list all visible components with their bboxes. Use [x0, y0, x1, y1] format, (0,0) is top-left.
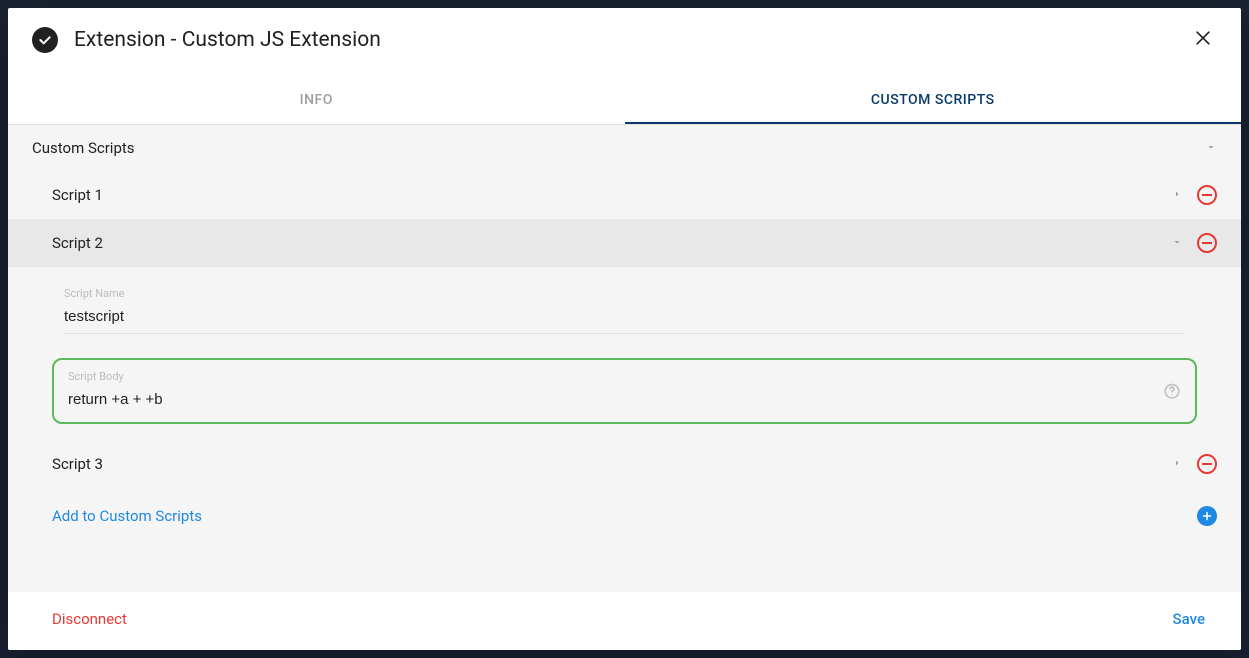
add-script-link[interactable]: Add to Custom Scripts [52, 507, 202, 525]
section-title: Custom Scripts [32, 139, 135, 157]
chevron-right-icon[interactable] [1171, 455, 1183, 473]
tab-custom-scripts[interactable]: CUSTOM SCRIPTS [625, 78, 1242, 124]
add-row: Add to Custom Scripts [8, 488, 1241, 544]
chevron-down-icon [1205, 139, 1217, 157]
script-row-1[interactable]: Script 1 [8, 171, 1241, 219]
close-icon [1193, 28, 1213, 48]
remove-script-button[interactable] [1197, 233, 1217, 253]
save-button[interactable]: Save [1173, 610, 1205, 628]
script-name-label: Script Name [64, 287, 1185, 300]
script-label: Script 1 [52, 186, 1157, 204]
script-row-3[interactable]: Script 3 [8, 440, 1241, 488]
close-button[interactable] [1189, 24, 1217, 56]
modal-footer: Disconnect Save [8, 592, 1241, 650]
script-detail-2: Script Name Script Body [8, 267, 1241, 440]
script-name-input[interactable] [64, 304, 1185, 334]
extension-modal: Extension - Custom JS Extension INFO CUS… [8, 8, 1241, 650]
script-label: Script 3 [52, 455, 1157, 473]
script-row-2[interactable]: Script 2 [8, 219, 1241, 267]
script-label: Script 2 [52, 234, 1157, 252]
chevron-right-icon[interactable] [1171, 186, 1183, 204]
script-name-field: Script Name [52, 279, 1197, 334]
disconnect-button[interactable]: Disconnect [52, 610, 127, 628]
remove-script-button[interactable] [1197, 454, 1217, 474]
modal-header: Extension - Custom JS Extension [8, 8, 1241, 60]
script-body-field: Script Body [52, 358, 1197, 424]
help-icon[interactable] [1163, 382, 1181, 404]
check-circle-icon [32, 27, 58, 53]
modal-title: Extension - Custom JS Extension [74, 28, 1173, 52]
content-area: Custom Scripts Script 1 Script 2 Script … [8, 125, 1241, 592]
tabs: INFO CUSTOM SCRIPTS [8, 78, 1241, 125]
chevron-down-icon[interactable] [1171, 234, 1183, 252]
section-header[interactable]: Custom Scripts [8, 125, 1241, 171]
add-script-button[interactable] [1197, 506, 1217, 526]
plus-icon [1201, 510, 1213, 522]
script-body-label: Script Body [68, 370, 1181, 383]
remove-script-button[interactable] [1197, 185, 1217, 205]
script-body-input[interactable] [68, 391, 1155, 408]
tab-info[interactable]: INFO [8, 78, 625, 124]
